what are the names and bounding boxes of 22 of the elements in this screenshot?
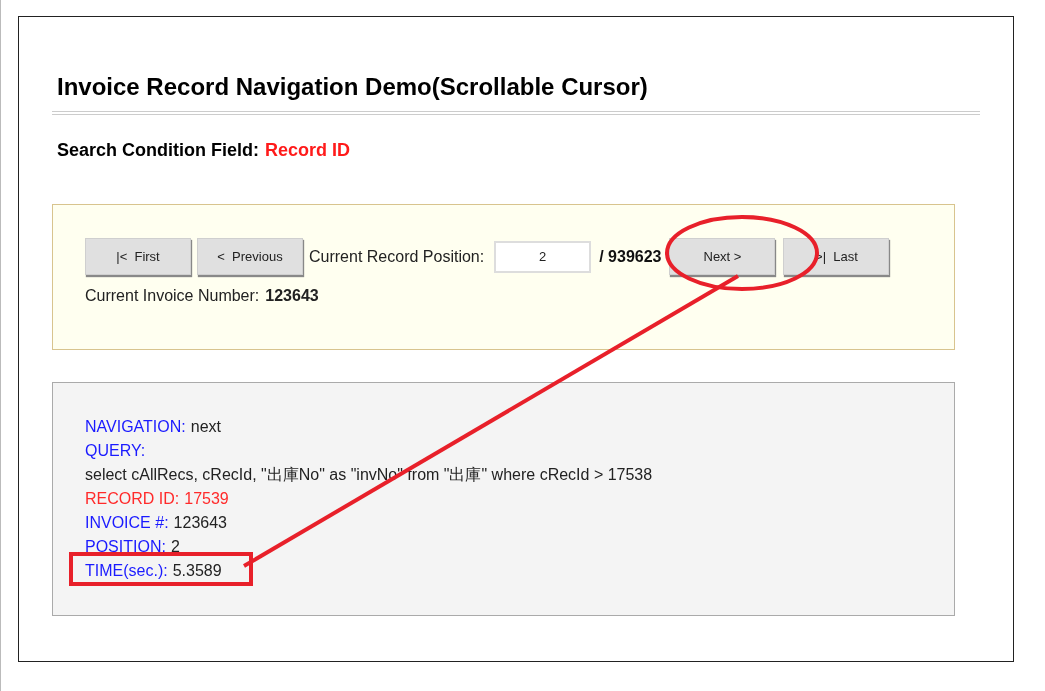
log-label: TIME(sec.): bbox=[85, 561, 168, 581]
invoice-label: Current Invoice Number: bbox=[85, 286, 260, 306]
log-label: NAVIGATION: bbox=[85, 417, 186, 437]
log-value: 5.3589 bbox=[172, 561, 222, 581]
position-field[interactable]: 2 bbox=[494, 240, 592, 273]
search-condition-label: Search Condition Field: bbox=[57, 139, 259, 162]
log-value: 2 bbox=[170, 537, 180, 557]
log-value: 17539 bbox=[184, 489, 229, 509]
log-label: INVOICE #: bbox=[85, 513, 169, 533]
log-value: 123643 bbox=[173, 513, 227, 533]
page-title: Invoice Record Navigation Demo(Scrollable Cursor) bbox=[57, 72, 649, 102]
total-records: / 939623 bbox=[599, 246, 662, 267]
log-label: RECORD ID: bbox=[85, 489, 180, 509]
nav-button[interactable]: |< First bbox=[85, 238, 191, 275]
nav-button[interactable]: Next > bbox=[669, 238, 776, 275]
log-label: QUERY: bbox=[85, 441, 146, 461]
nav-button[interactable]: < Previous bbox=[197, 238, 303, 275]
log-value: next bbox=[190, 417, 221, 437]
invoice-value: 123643 bbox=[265, 286, 319, 306]
log-label: POSITION: bbox=[85, 537, 166, 557]
search-condition-value: Record ID bbox=[265, 139, 351, 162]
position-label: Current Record Position: bbox=[309, 246, 485, 267]
